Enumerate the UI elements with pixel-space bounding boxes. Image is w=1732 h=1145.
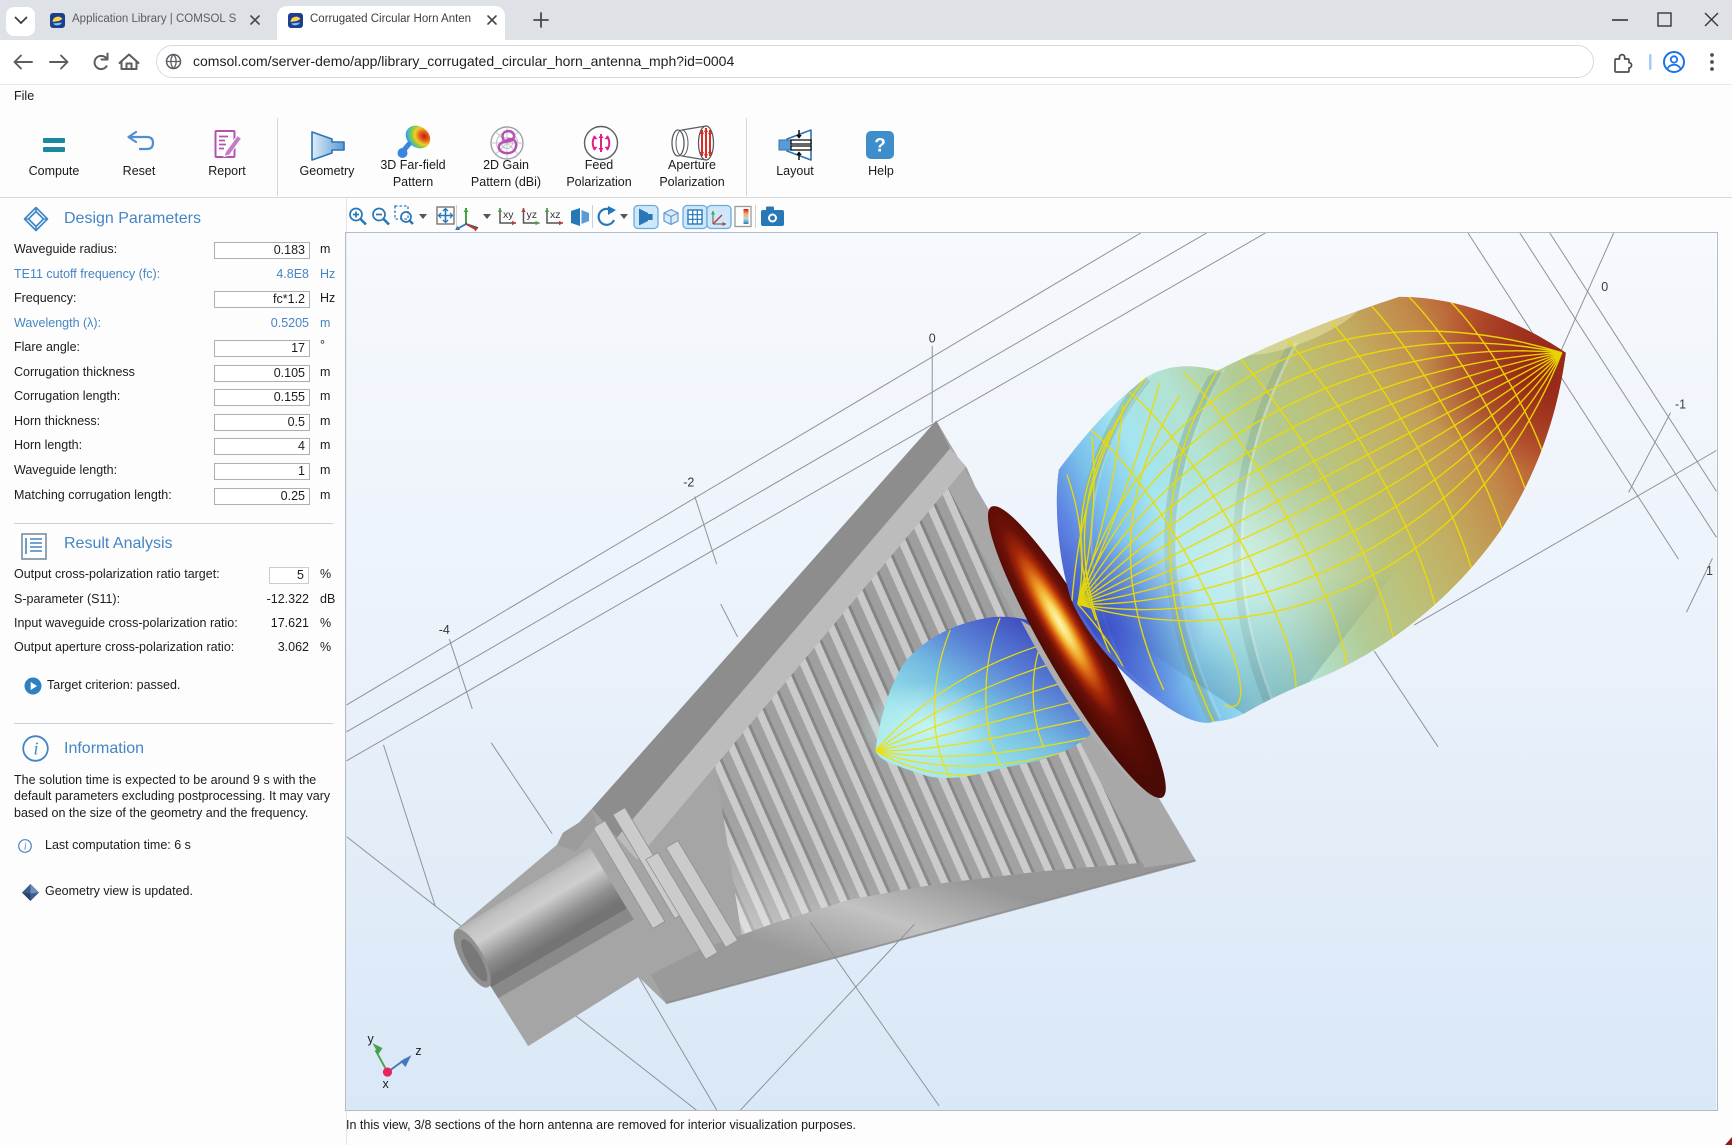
svg-text:xy: xy [503,209,514,221]
svg-text:-2: -2 [683,475,694,489]
svg-text:0: 0 [929,332,936,346]
svg-text:xz: xz [550,209,561,221]
svg-text:i: i [24,842,27,853]
svg-text:-1: -1 [1675,398,1686,412]
svg-text:?: ? [874,136,886,157]
svg-text:-4: -4 [439,623,450,637]
svg-text:0: 0 [1601,280,1608,294]
svg-text:i: i [33,739,38,759]
svg-text:x: x [382,1077,389,1091]
svg-text:z: z [415,1044,421,1058]
svg-text:y: y [368,1032,375,1046]
svg-text:yz: yz [527,209,538,221]
svg-text:1: 1 [1706,564,1713,578]
